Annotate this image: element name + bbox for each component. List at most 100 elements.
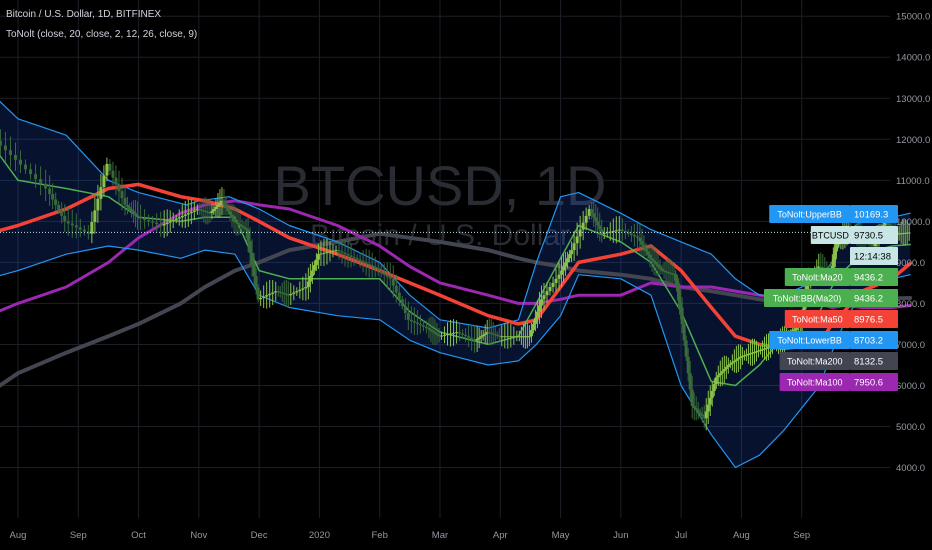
price-candle <box>394 285 398 293</box>
price-candle <box>464 334 468 337</box>
price-candle <box>542 295 546 300</box>
price-candle <box>358 259 362 262</box>
price-candle <box>483 333 487 335</box>
price-candle <box>644 248 648 252</box>
price-candle <box>557 274 561 279</box>
price-candle <box>177 217 181 219</box>
price-candle <box>535 311 539 318</box>
price-candle <box>117 184 121 192</box>
price-candle <box>581 222 585 230</box>
price-candle <box>361 261 365 263</box>
price-candle <box>183 214 187 216</box>
price-candle <box>246 229 250 242</box>
price-candle <box>433 332 437 334</box>
price-candle <box>570 250 574 255</box>
price-candle <box>449 333 453 335</box>
price-candle <box>120 191 124 199</box>
price-candle <box>306 281 310 288</box>
price-candle <box>192 210 196 212</box>
price-candle <box>539 299 543 306</box>
price-tag: BTCUSD 9730.5 <box>810 226 898 244</box>
price-candle <box>688 373 692 390</box>
x-tick-label: Mar <box>432 530 448 541</box>
bollinger-band <box>0 101 911 468</box>
price-candle <box>712 384 716 391</box>
price-candle <box>240 225 244 227</box>
y-tick-label: 10000.0 <box>896 217 930 228</box>
price-candle <box>328 251 332 253</box>
price-candle <box>692 405 696 409</box>
price-candle <box>364 262 368 264</box>
price-candle <box>174 218 178 220</box>
price-candle <box>531 323 535 331</box>
price-candle <box>397 292 401 300</box>
price-candle <box>370 265 374 267</box>
price-candle <box>690 389 694 406</box>
time-axis[interactable]: Aug Sep Oct Nov Dec 2020 Feb Mar Apr May Jun Jul Aug… <box>10 530 811 541</box>
price-candle <box>734 359 738 361</box>
price-candle <box>710 390 714 398</box>
price-candle <box>130 209 134 212</box>
price-candle <box>82 229 86 232</box>
price-candle <box>44 183 48 189</box>
price-tag-value: 10169.3 <box>854 210 888 221</box>
x-tick-label: 2020 <box>309 530 330 541</box>
price-candle <box>57 204 61 211</box>
price-candle <box>728 363 732 365</box>
price-candle <box>292 292 296 294</box>
price-candle <box>418 323 422 326</box>
price-candle <box>720 371 724 374</box>
price-candle <box>159 224 163 226</box>
price-tag: ToNolt:LowerBB 8703.2 <box>769 331 898 349</box>
price-candle <box>421 325 425 327</box>
price-candle <box>566 258 570 263</box>
price-candle <box>151 221 155 223</box>
x-tick-label: May <box>552 530 570 541</box>
price-candle <box>96 198 100 211</box>
y-tick-label: 7000.0 <box>896 340 925 351</box>
price-candle <box>316 254 320 260</box>
price-candle <box>527 336 531 338</box>
symbol-title[interactable]: Bitcoin / U.S. Dollar, 1D, BITFINEX <box>6 9 161 20</box>
price-candle <box>455 332 459 334</box>
price-candle <box>388 276 392 279</box>
price-tag-value: 12:14:38 <box>854 252 891 263</box>
price-tag: ToNolt:Ma200 8132.5 <box>779 352 898 370</box>
x-tick-label: Aug <box>10 530 27 541</box>
price-tag-value: 9730.5 <box>854 231 883 242</box>
price-tag-name: ToNolt:UpperBB <box>777 210 842 220</box>
price-candle <box>533 317 537 324</box>
price-candle <box>656 264 660 267</box>
price-candle <box>461 333 465 335</box>
price-candle <box>635 236 639 238</box>
chart-canvas[interactable]: BTCUSD, 1D Bitcoin / U.S. Dollar 4000.05… <box>0 0 932 550</box>
price-candle <box>259 297 263 300</box>
price-candle <box>331 250 335 252</box>
price-candle <box>529 330 533 337</box>
price-candle <box>325 252 329 254</box>
price-candle <box>708 397 712 405</box>
price-candle <box>123 198 127 205</box>
price-candle <box>74 225 78 228</box>
indicator-title[interactable]: ToNolt (close, 20, close, 2, 12, 26, clo… <box>6 29 197 40</box>
price-candle <box>168 221 172 223</box>
price-tag: ToNolt:UpperBB 10169.3 <box>769 205 898 223</box>
price-candle <box>470 337 474 339</box>
price-candle <box>234 221 238 223</box>
price-tag-value: 9436.2 <box>854 294 883 305</box>
price-candle <box>564 262 568 267</box>
price-candle <box>700 414 704 417</box>
price-candle <box>596 221 600 226</box>
price-candle <box>8 150 12 156</box>
price-candle <box>343 252 347 255</box>
price-candle <box>352 256 356 259</box>
price-tag-name: ToNolt:BB(Ma20) <box>773 294 842 304</box>
price-candle <box>500 336 504 338</box>
price-candle <box>427 328 431 330</box>
price-candle <box>60 210 64 216</box>
price-candle <box>216 204 220 207</box>
price-candle <box>93 210 97 223</box>
price-candle <box>355 258 359 260</box>
price-candle <box>232 217 236 222</box>
price-candle <box>242 226 246 229</box>
